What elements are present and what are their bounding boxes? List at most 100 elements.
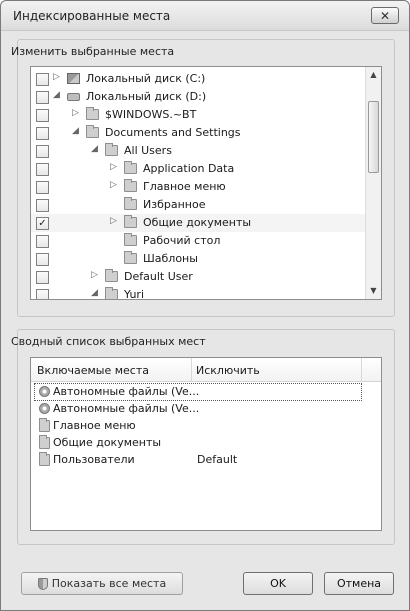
folder-icon — [124, 161, 137, 174]
tree-item-label: All Users — [124, 144, 172, 157]
expand-arrow-icon[interactable]: ▷ — [72, 108, 79, 118]
tree-item-checkbox[interactable] — [36, 91, 49, 104]
tree-item-checkbox[interactable] — [36, 127, 49, 140]
tree-item[interactable]: ▷ Локальный диск (C:) — [31, 70, 367, 88]
tree-item-label: Default User — [124, 270, 193, 283]
tree-item[interactable]: ▷ Application Data — [31, 160, 367, 178]
expand-arrow-icon[interactable]: ▷ — [110, 216, 117, 226]
expand-arrow-icon[interactable]: ▷ — [110, 180, 117, 190]
tree-item-checkbox[interactable] — [36, 253, 49, 266]
tree-item-label: Рабочий стол — [143, 234, 221, 247]
included-location-name: Общие документы — [53, 436, 162, 449]
included-location-name: Пользователи — [53, 453, 135, 466]
close-button[interactable]: ✕ — [371, 7, 399, 24]
summary-label: Сводный список выбранных мест — [11, 335, 206, 348]
locations-tree[interactable]: ▷ Локальный диск (C:) ◢ Локальный диск (D:)… — [30, 66, 382, 300]
tree-item[interactable]: ▷ Default User — [31, 268, 367, 286]
tree-item-checkbox[interactable] — [36, 199, 49, 212]
tree-item-label: Шаблоны — [143, 252, 198, 265]
folder-icon — [105, 143, 118, 156]
included-location-cell: Автономные файлы (Ve... — [34, 383, 362, 401]
tree-item-label: $WINDOWS.~BT — [105, 108, 197, 121]
included-location-name: Главное меню — [53, 419, 136, 432]
offline-files-icon — [39, 386, 50, 397]
tree-item-label: Documents and Settings — [105, 126, 241, 139]
tree-item-checkbox[interactable] — [36, 271, 49, 284]
drive-icon — [67, 93, 80, 101]
folder-icon — [86, 107, 99, 120]
table-row[interactable]: Пользователи Default — [31, 452, 381, 468]
column-separator[interactable] — [191, 358, 192, 382]
summary-list[interactable]: Включаемые места Исключить Автономные фа… — [30, 357, 382, 531]
expand-arrow-icon[interactable]: ▷ — [91, 270, 98, 280]
cancel-button[interactable]: Отмена — [324, 572, 394, 595]
tree-item-checkbox[interactable] — [36, 235, 49, 248]
tree-item-label: Application Data — [143, 162, 235, 175]
collapse-arrow-icon[interactable]: ◢ — [91, 144, 98, 154]
scroll-up-icon[interactable]: ▲ — [366, 67, 381, 83]
included-location-cell: Автономные файлы (Ve... — [35, 401, 361, 417]
tree-item-label: Локальный диск (C:) — [86, 72, 206, 85]
collapse-arrow-icon[interactable]: ◢ — [91, 288, 98, 298]
folder-icon — [86, 125, 99, 138]
collapse-arrow-icon[interactable]: ◢ — [72, 126, 79, 136]
title-bar: Индексированные места ✕ — [1, 1, 409, 31]
table-row[interactable]: Главное меню — [31, 418, 381, 434]
tree-scrollbar[interactable]: ▲ ▼ — [365, 67, 381, 299]
table-row[interactable]: Общие документы — [31, 435, 381, 451]
shield-icon — [37, 577, 48, 590]
offline-files-icon — [39, 403, 50, 414]
expand-arrow-icon[interactable]: ▷ — [53, 72, 60, 82]
tree-item-label: Главное меню — [143, 180, 226, 193]
tree-item[interactable]: ◢ Локальный диск (D:) — [31, 88, 367, 106]
folder-icon — [124, 215, 137, 228]
folder-icon — [39, 452, 50, 466]
tree-item[interactable]: ◢ Documents and Settings — [31, 124, 367, 142]
expand-arrow-icon[interactable]: ▷ — [110, 162, 117, 172]
tree-item-checkbox[interactable]: ✓ — [36, 217, 49, 230]
tree-item-checkbox[interactable] — [36, 181, 49, 194]
scroll-thumb[interactable] — [368, 101, 379, 173]
column-included-header[interactable]: Включаемые места — [37, 364, 149, 377]
tree-item[interactable]: ◢ All Users — [31, 142, 367, 160]
column-exclude-header[interactable]: Исключить — [196, 364, 260, 377]
tree-item-label: Локальный диск (D:) — [86, 90, 207, 103]
list-header: Включаемые места Исключить — [31, 358, 381, 382]
tree-item-checkbox[interactable] — [36, 73, 49, 86]
show-all-label: Показать все места — [51, 577, 167, 590]
tree-item[interactable]: Шаблоны — [31, 250, 367, 268]
show-all-locations-button[interactable]: Показать все места — [21, 572, 183, 595]
tree-item-checkbox[interactable] — [36, 109, 49, 122]
change-locations-label: Изменить выбранные места — [11, 45, 175, 58]
folder-icon — [124, 179, 137, 192]
tree-item-checkbox[interactable] — [36, 163, 49, 176]
tree-item[interactable]: ▷ Главное меню — [31, 178, 367, 196]
collapse-arrow-icon[interactable]: ◢ — [53, 90, 60, 100]
table-row[interactable]: Автономные файлы (Ve... — [31, 383, 381, 401]
window-title: Индексированные места — [13, 9, 171, 23]
included-location-name: Автономные файлы (Ve... — [53, 385, 200, 398]
close-icon: ✕ — [379, 8, 391, 23]
tree-item[interactable]: Рабочий стол — [31, 232, 367, 250]
tree-item[interactable]: ▷ $WINDOWS.~BT — [31, 106, 367, 124]
tree-item-label: Yuri — [124, 288, 145, 300]
tree-item[interactable]: ✓ ▷ Общие документы — [31, 214, 367, 232]
included-location-cell: Пользователи Default — [35, 452, 361, 468]
scroll-down-icon[interactable]: ▼ — [366, 283, 381, 299]
tree-item-label: Общие документы — [143, 216, 252, 229]
folder-icon — [39, 418, 50, 432]
folder-icon — [39, 435, 50, 449]
indexed-locations-dialog: Индексированные места ✕ Изменить выбранн… — [0, 0, 410, 611]
column-separator[interactable] — [361, 358, 362, 382]
included-location-cell: Общие документы — [35, 435, 361, 451]
ok-button[interactable]: OK — [243, 572, 313, 595]
included-location-cell: Главное меню — [35, 418, 361, 434]
folder-icon — [124, 251, 137, 264]
folder-icon — [105, 269, 118, 282]
tree-item[interactable]: ◢ Yuri — [31, 286, 367, 300]
tree-item-checkbox[interactable] — [36, 145, 49, 158]
table-row[interactable]: Автономные файлы (Ve... — [31, 401, 381, 417]
exclude-value: Default — [197, 453, 238, 466]
tree-item-checkbox[interactable] — [36, 289, 49, 299]
tree-item[interactable]: Избранное — [31, 196, 367, 214]
